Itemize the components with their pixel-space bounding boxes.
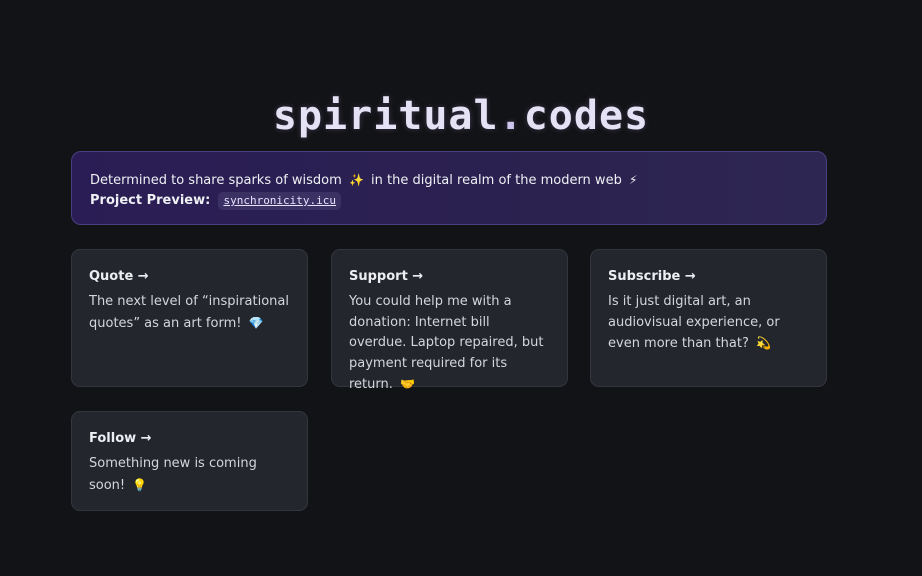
card-quote[interactable]: Quote → The next level of “inspirational… xyxy=(71,249,308,387)
card-body: Something new is coming soon! 💡 xyxy=(89,454,290,496)
card-title: Support → xyxy=(349,269,424,284)
preview-label: Project Preview: xyxy=(90,193,211,208)
site-title-main: spiritual xyxy=(272,93,499,139)
card-title: Subscribe → xyxy=(608,269,696,284)
card-body-text: You could help me with a donation: Inter… xyxy=(349,294,544,392)
page: spiritual.codes Determined to share spar… xyxy=(0,0,922,576)
banner-tagline: Determined to share sparks of wisdom ✨ i… xyxy=(90,171,808,190)
handshake-icon: 🤝 xyxy=(400,377,415,391)
site-title: spiritual.codes xyxy=(0,86,922,146)
site-title-tld: codes xyxy=(523,93,650,139)
card-body-text: Something new is coming soon! xyxy=(89,456,257,493)
sparkles-icon: ✨ xyxy=(348,173,364,187)
banner-preview-row: Project Preview: synchronicity.icu xyxy=(90,190,808,212)
banner-tagline-part2: in the digital realm of the modern web xyxy=(371,173,622,188)
dizzy-icon: 💫 xyxy=(755,336,771,350)
preview-link[interactable]: synchronicity.icu xyxy=(218,192,342,210)
intro-banner: Determined to share sparks of wisdom ✨ i… xyxy=(71,151,827,225)
card-follow[interactable]: Follow → Something new is coming soon! 💡 xyxy=(71,411,308,511)
card-body-text: Is it just digital art, an audiovisual e… xyxy=(608,294,780,351)
card-body: Is it just digital art, an audiovisual e… xyxy=(608,292,809,355)
site-title-dot: . xyxy=(498,93,524,139)
card-support[interactable]: Support → You could help me with a donat… xyxy=(331,249,568,392)
card-body: You could help me with a donation: Inter… xyxy=(349,292,550,396)
card-title: Follow → xyxy=(89,431,152,446)
lightning-icon: ⚡ xyxy=(628,173,638,187)
lightbulb-icon: 💡 xyxy=(132,477,148,492)
card-body: The next level of “inspirational quotes”… xyxy=(89,292,290,334)
card-subscribe[interactable]: Subscribe → Is it just digital art, an a… xyxy=(590,249,827,387)
gem-icon: 💎 xyxy=(248,315,264,330)
card-title: Quote → xyxy=(89,269,149,284)
banner-tagline-part1: Determined to share sparks of wisdom xyxy=(90,173,342,188)
